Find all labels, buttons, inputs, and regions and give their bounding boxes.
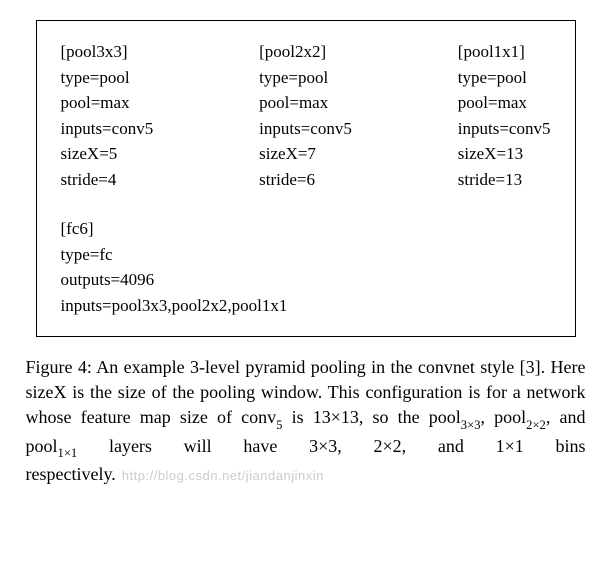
pool1x1-inputs: inputs=conv5 (458, 116, 551, 142)
caption-text-3: , pool (481, 407, 527, 427)
watermark-text: http://blog.csdn.net/jiandanjinxin (122, 468, 324, 483)
pool2x2-subscript: 2×2 (526, 418, 546, 432)
pool2x2-sizex: sizeX=7 (259, 141, 352, 167)
fc6-header: [fc6] (61, 216, 551, 242)
pool3x3-subscript: 3×3 (461, 418, 481, 432)
fc6-inputs: inputs=pool3x3,pool2x2,pool1x1 (61, 293, 551, 319)
pool2x2-type: type=pool (259, 65, 352, 91)
pool3x3-header: [pool3x3] (61, 39, 154, 65)
pool1x1-type: type=pool (458, 65, 551, 91)
fc6-block: [fc6] type=fc outputs=4096 inputs=pool3x… (61, 216, 551, 318)
fc6-outputs: outputs=4096 (61, 267, 551, 293)
pool3x3-col: [pool3x3] type=pool pool=max inputs=conv… (61, 39, 154, 192)
pool3x3-inputs: inputs=conv5 (61, 116, 154, 142)
pool1x1-subscript: 1×1 (58, 446, 78, 460)
pools-row: [pool3x3] type=pool pool=max inputs=conv… (61, 39, 551, 192)
pool2x2-stride: stride=6 (259, 167, 352, 193)
pool2x2-col: [pool2x2] type=pool pool=max inputs=conv… (259, 39, 352, 192)
pool1x1-header: [pool1x1] (458, 39, 551, 65)
pool2x2-inputs: inputs=conv5 (259, 116, 352, 142)
pool3x3-type: type=pool (61, 65, 154, 91)
pool1x1-pool: pool=max (458, 90, 551, 116)
figure-caption: Figure 4: An example 3-level pyramid poo… (26, 355, 586, 487)
pool1x1-sizex: sizeX=13 (458, 141, 551, 167)
pool2x2-pool: pool=max (259, 90, 352, 116)
pool2x2-header: [pool2x2] (259, 39, 352, 65)
caption-text-2: is 13×13, so the pool (282, 407, 460, 427)
pool3x3-pool: pool=max (61, 90, 154, 116)
conv5-subscript: 5 (276, 418, 282, 432)
pool3x3-sizex: sizeX=5 (61, 141, 154, 167)
pool3x3-stride: stride=4 (61, 167, 154, 193)
pool1x1-stride: stride=13 (458, 167, 551, 193)
fc6-type: type=fc (61, 242, 551, 268)
pool1x1-col: [pool1x1] type=pool pool=max inputs=conv… (458, 39, 551, 192)
config-box: [pool3x3] type=pool pool=max inputs=conv… (36, 20, 576, 337)
